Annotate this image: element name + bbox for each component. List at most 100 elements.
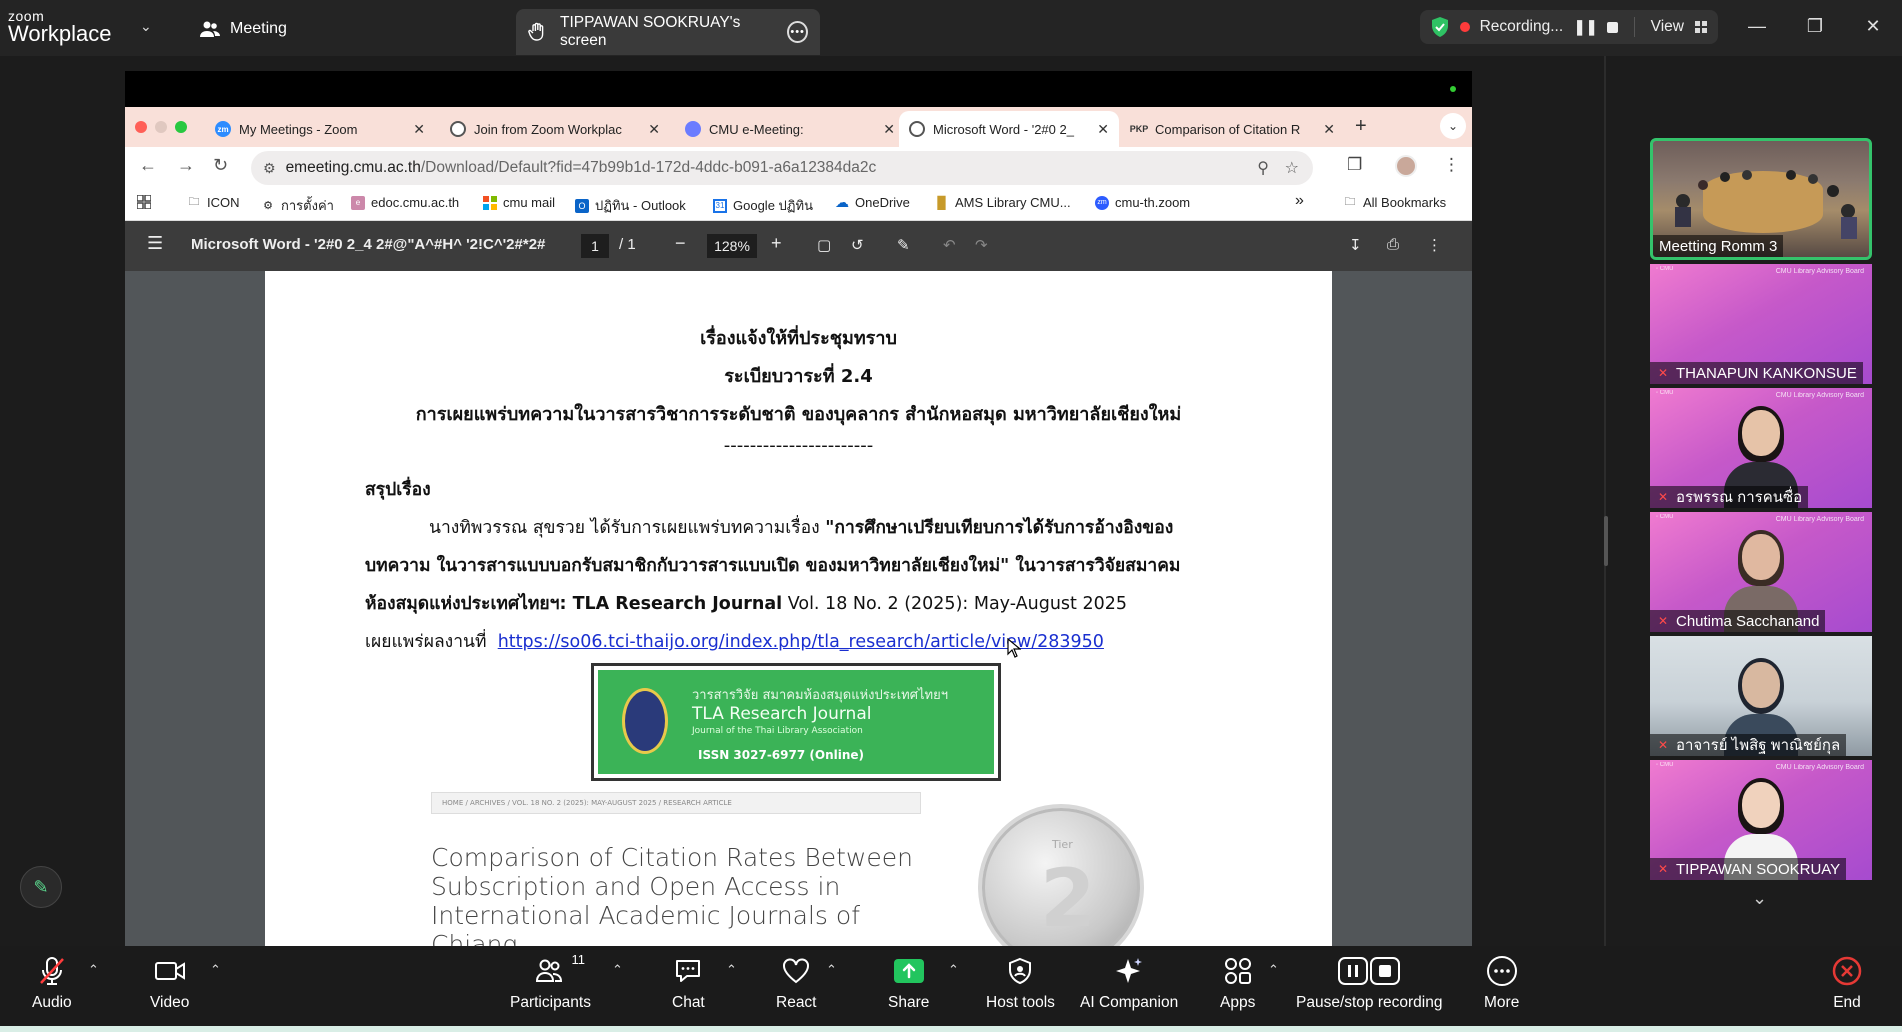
browser-tab[interactable]: Join from Zoom Workplac ✕: [440, 111, 670, 147]
video-button[interactable]: Video: [150, 954, 189, 1012]
ai-companion-button[interactable]: AI Companion: [1080, 954, 1178, 1012]
stop-icon[interactable]: [1607, 21, 1618, 33]
share-button[interactable]: Share: [888, 954, 929, 1012]
fit-page-icon[interactable]: ▢: [817, 236, 831, 254]
pause-stop-recording-button[interactable]: Pause/stop recording: [1296, 954, 1442, 1012]
page-number-input[interactable]: 1: [581, 234, 609, 258]
star-icon[interactable]: ☆: [1285, 158, 1299, 178]
bookmark-cmu-zoom[interactable]: zm cmu-th.zoom: [1095, 195, 1190, 210]
audio-options-caret-icon[interactable]: ⌃: [88, 962, 99, 978]
apps-options-caret-icon[interactable]: ⌃: [1268, 962, 1279, 978]
close-icon[interactable]: ✕: [1844, 0, 1902, 52]
tab-search-icon[interactable]: ⌄: [1440, 113, 1466, 139]
sharing-indicator-icon: [1450, 86, 1456, 92]
apps-grid-icon[interactable]: [137, 195, 151, 209]
close-tab-icon[interactable]: ✕: [883, 121, 895, 138]
chat-options-caret-icon[interactable]: ⌃: [726, 962, 737, 978]
tier-label: Tier: [1052, 838, 1073, 851]
close-window-icon[interactable]: [135, 121, 147, 133]
more-button[interactable]: More: [1484, 954, 1519, 1012]
tab-title: CMU e-Meeting:: [709, 121, 804, 137]
address-bar[interactable]: ⚙ emeeting.cmu.ac.th/Download/Default?fi…: [251, 151, 1313, 185]
bookmark-settings[interactable]: ⚙ การตั้งค่า: [261, 195, 334, 216]
share-options-caret-icon[interactable]: ⌃: [948, 962, 959, 978]
pause-icon[interactable]: ❚❚: [1573, 18, 1598, 37]
close-tab-icon[interactable]: ✕: [413, 121, 425, 138]
bookmark-label: ICON: [207, 195, 240, 210]
extensions-icon[interactable]: ❐: [1347, 155, 1362, 175]
bookmark-google-calendar[interactable]: 31 Google ปฏิทิน: [713, 195, 813, 216]
tab-title: My Meetings - Zoom: [239, 121, 358, 137]
bookmark-edoc[interactable]: e edoc.cmu.ac.th: [351, 195, 459, 210]
close-tab-icon[interactable]: ✕: [1323, 121, 1335, 138]
more-options-icon[interactable]: •••: [787, 21, 808, 43]
close-tab-icon[interactable]: ✕: [1097, 121, 1109, 138]
profile-avatar[interactable]: [1395, 155, 1417, 177]
redo-icon[interactable]: ↷: [975, 236, 988, 254]
video-tile[interactable]: ◦ CMU CMU Library Advisory Board ✕ TIPPAW…: [1650, 760, 1872, 880]
back-icon[interactable]: ←: [139, 155, 157, 176]
new-tab-icon[interactable]: +: [1355, 115, 1367, 138]
undo-icon[interactable]: ↶: [943, 236, 956, 254]
minimize-window-icon[interactable]: [155, 121, 167, 133]
zoom-out-icon[interactable]: −: [675, 233, 686, 254]
participants-button[interactable]: 11 Participants: [510, 952, 591, 1012]
audio-button[interactable]: Audio: [32, 954, 72, 1012]
kebab-menu-icon[interactable]: ⋮: [1443, 155, 1460, 175]
gallery-divider: [1604, 56, 1606, 946]
video-tile[interactable]: Meetting Romm 3: [1650, 138, 1872, 260]
browser-tab[interactable]: zm My Meetings - Zoom ✕: [205, 111, 435, 147]
grid-view-icon[interactable]: [1694, 20, 1708, 34]
end-meeting-button[interactable]: End: [1832, 954, 1862, 1012]
chat-button[interactable]: Chat: [672, 954, 705, 1012]
reload-icon[interactable]: ↻: [213, 155, 228, 176]
annotate-pencil-icon[interactable]: ✎: [20, 866, 62, 908]
video-tile[interactable]: ◦ CMU CMU Library Advisory Board ✕ Chutim…: [1650, 512, 1872, 632]
chevron-down-icon[interactable]: ⌄: [1752, 888, 1767, 909]
shared-screen-tab[interactable]: TIPPAWAN SOOKRUAY's screen •••: [516, 9, 820, 55]
bookmark-cmu-mail[interactable]: cmu mail: [483, 195, 555, 210]
chevron-down-icon[interactable]: ⌄: [140, 18, 152, 35]
kebab-menu-icon[interactable]: ⋮: [1427, 236, 1442, 254]
zoom-level-input[interactable]: 128%: [707, 234, 757, 258]
hamburger-menu-icon[interactable]: ☰: [147, 233, 163, 254]
minimize-icon[interactable]: —: [1728, 0, 1786, 52]
browser-tab-active[interactable]: Microsoft Word - '2#0 2_ ✕: [899, 111, 1119, 147]
annotate-icon[interactable]: ✎: [897, 236, 910, 254]
document-subject: การเผยแพร่บทความในวารสารวิชาการระดับชาติ…: [415, 404, 1182, 425]
more-bookmarks-icon[interactable]: »: [1295, 192, 1304, 210]
close-tab-icon[interactable]: ✕: [648, 121, 660, 138]
bookmark-onedrive[interactable]: ☁ OneDrive: [835, 194, 910, 210]
download-icon[interactable]: ↧: [1349, 236, 1362, 254]
bookmark-label: การตั้งค่า: [281, 198, 334, 213]
tile-brand: CMU Library Advisory Board: [1775, 516, 1864, 523]
resize-handle[interactable]: [1604, 516, 1608, 566]
host-tools-button[interactable]: Host tools: [986, 954, 1055, 1012]
pdf-scroll-area[interactable]: เรื่องแจ้งให้ที่ประชุมทราบ ระเบียบวาระที…: [125, 271, 1472, 946]
view-label[interactable]: View: [1651, 18, 1684, 36]
video-options-caret-icon[interactable]: ⌃: [210, 962, 221, 978]
bookmark-icon-folder[interactable]: 🗀 ICON: [187, 195, 240, 210]
react-options-caret-icon[interactable]: ⌃: [826, 962, 837, 978]
apps-button[interactable]: Apps: [1220, 954, 1255, 1012]
video-tile[interactable]: ◦ CMU CMU Library Advisory Board ✕ อรพรรณ…: [1650, 388, 1872, 508]
video-tile[interactable]: ✕ อาจารย์ ไพสิฐ พาณิชย์กุล: [1650, 636, 1872, 756]
browser-tab[interactable]: PKP Comparison of Citation R ✕: [1121, 111, 1345, 147]
all-bookmarks[interactable]: 🗀 All Bookmarks: [1343, 195, 1447, 210]
participants-options-caret-icon[interactable]: ⌃: [612, 962, 623, 978]
print-icon[interactable]: ⎙: [1387, 236, 1399, 253]
bookmark-ams-library[interactable]: ▉ AMS Library CMU...: [935, 195, 1070, 210]
restore-icon[interactable]: ❐: [1786, 0, 1844, 52]
browser-tab[interactable]: CMU e-Meeting: ✕: [675, 111, 905, 147]
zoom-window-icon[interactable]: [175, 121, 187, 133]
video-tile[interactable]: ◦ CMU CMU Library Advisory Board ✕ THANAP…: [1650, 264, 1872, 384]
react-button[interactable]: React: [776, 954, 817, 1012]
bookmark-outlook[interactable]: O ปฏิทิน - Outlook: [575, 195, 686, 216]
site-info-icon[interactable]: ⚙: [263, 160, 276, 177]
meeting-menu-button[interactable]: Meeting: [200, 16, 287, 42]
mic-muted-icon: ✕: [1657, 862, 1669, 876]
rotate-icon[interactable]: ↺: [851, 236, 864, 254]
zoom-in-icon[interactable]: +: [771, 233, 782, 254]
zoom-lens-icon[interactable]: ⚲: [1257, 158, 1269, 178]
forward-icon[interactable]: →: [177, 155, 195, 176]
